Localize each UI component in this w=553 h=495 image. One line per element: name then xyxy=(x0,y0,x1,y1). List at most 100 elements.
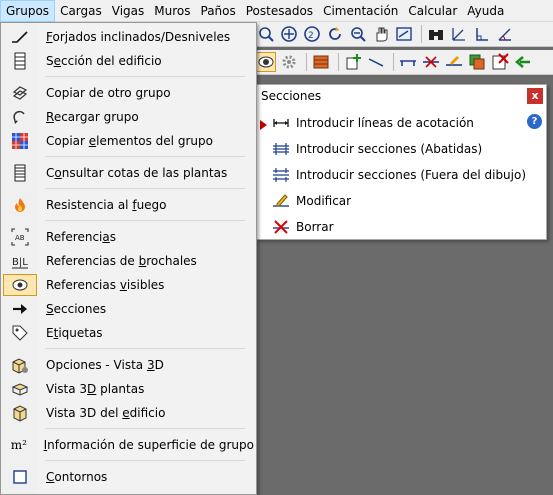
menu-item-label: Contornos xyxy=(37,470,107,484)
menu-item-label-part: iquetas xyxy=(58,326,103,340)
slope-icon xyxy=(3,26,37,48)
copy-group-icon xyxy=(3,82,37,104)
menu-separator xyxy=(45,156,245,157)
back-arrow-icon[interactable] xyxy=(513,52,533,72)
area-m2-icon: m² xyxy=(10,438,27,452)
menu-item-trimmer-references[interactable]: B|L Referencias de brochales xyxy=(3,250,254,272)
menu-item-labels[interactable]: Etiquetas xyxy=(3,322,254,344)
gear-icon[interactable] xyxy=(279,52,299,72)
menu-item-label-part: rupo xyxy=(143,86,171,100)
panel-item-delete[interactable]: Borrar xyxy=(271,216,541,238)
menu-item-floor-levels[interactable]: Consultar cotas de las plantas xyxy=(3,162,254,184)
menu-vigas[interactable]: Vigas xyxy=(107,0,150,22)
menu-item-label-part: o xyxy=(54,166,62,180)
menu-item-label: Opciones - Vista 3D xyxy=(37,358,164,372)
menu-item-copy-from-group[interactable]: Copiar de otro grupo xyxy=(3,82,254,104)
menu-item-label-part: Referenci xyxy=(46,230,103,244)
panel-item-sections-folded[interactable]: Introducir secciones (Abatidas) xyxy=(271,138,541,160)
tag-icon xyxy=(3,322,37,344)
copy-beam-icon[interactable] xyxy=(467,52,487,72)
panel-item-dimension-lines[interactable]: Introducir líneas de acotación xyxy=(271,112,541,134)
visible-references-icon xyxy=(3,274,37,296)
menu-item-visible-references[interactable]: Referencias visibles xyxy=(3,274,254,296)
menu-item-group-area-info[interactable]: m² Información de superficie de grupo xyxy=(3,434,254,456)
add-element-icon[interactable] xyxy=(343,52,363,72)
menu-item-fire-resistance[interactable]: Resistencia al fuego xyxy=(3,194,254,216)
menu-item-label-part: Copiar de otro xyxy=(46,86,136,100)
slab-tool-icon[interactable] xyxy=(311,52,331,72)
menu-panos[interactable]: Paños xyxy=(196,0,241,22)
menu-item-copy-elements[interactable]: Copiar elementos del grupo xyxy=(3,130,254,152)
trimmer-references-icon: B|L xyxy=(3,250,37,272)
menu-item-label-part: lementos del grupo xyxy=(96,134,213,148)
menu-item-references[interactable]: AB Referencias xyxy=(3,226,254,248)
menu-item-label-part: e xyxy=(53,54,62,68)
references-icon: AB xyxy=(3,226,37,248)
zoom-window-icon[interactable] xyxy=(256,24,276,44)
reload-icon xyxy=(3,106,37,128)
line-tool-icon[interactable] xyxy=(366,52,386,72)
redraw-icon[interactable] xyxy=(325,24,345,44)
menu-postesados[interactable]: Postesados xyxy=(241,0,318,22)
dimension-line-icon xyxy=(271,113,291,133)
delete-element-icon[interactable] xyxy=(490,52,510,72)
svg-text:AB: AB xyxy=(15,234,25,242)
menu-item-label-part: dificio xyxy=(129,406,166,420)
ortho-icon[interactable] xyxy=(472,24,492,44)
panel-item-label: Modificar xyxy=(296,194,352,208)
section-outside-icon xyxy=(271,165,291,185)
edit-beam-icon[interactable] xyxy=(444,52,464,72)
menu-item-label: Referencias visibles xyxy=(37,278,164,292)
binoculars-icon[interactable] xyxy=(426,24,446,44)
menu-item-sloped-slabs[interactable]: Forjados inclinados/Desniveles xyxy=(3,26,254,48)
zoom-all-icon[interactable] xyxy=(279,24,299,44)
menu-cargas[interactable]: Cargas xyxy=(55,0,107,22)
menu-item-label-part: s xyxy=(109,230,117,244)
menu-ayuda[interactable]: Ayuda xyxy=(462,0,509,22)
menu-item-3d-options[interactable]: Opciones - Vista 3D xyxy=(3,354,254,376)
menu-item-label: Copiar de otro grupo xyxy=(37,86,171,100)
menu-item-label-part: cción del edificio xyxy=(61,54,162,68)
view-window-icon[interactable] xyxy=(394,24,414,44)
menu-item-reload-group[interactable]: Recargar grupo xyxy=(3,106,254,128)
3d-building-icon xyxy=(3,402,37,424)
panel-item-label: Borrar xyxy=(296,220,334,234)
menubar: Grupos Cargas Vigas Muros Paños Postesad… xyxy=(0,0,553,22)
panel-item-sections-outside[interactable]: Introducir secciones (Fuera del dibujo) xyxy=(271,164,541,186)
menu-item-label: Referencias de brochales xyxy=(37,254,197,268)
delete-beam-icon[interactable] xyxy=(421,52,441,72)
zoom-previous-icon[interactable]: 2 xyxy=(302,24,322,44)
panel-titlebar[interactable]: Secciones x xyxy=(257,85,546,107)
zoom-out-icon[interactable] xyxy=(348,24,368,44)
menu-item-label-part: plantas xyxy=(96,382,145,396)
menu-item-3d-floors[interactable]: Vista 3D plantas xyxy=(3,378,254,400)
angle-snap-icon[interactable] xyxy=(495,24,515,44)
toolbar-separator xyxy=(306,53,307,71)
menu-grupos[interactable]: Grupos xyxy=(0,0,56,22)
axis-snap-icon[interactable] xyxy=(449,24,469,44)
menu-calcular[interactable]: Calcular xyxy=(403,0,462,22)
menu-muros[interactable]: Muros xyxy=(149,0,195,22)
menu-item-building-section[interactable]: Sección del edificio xyxy=(3,50,254,72)
menu-item-3d-building[interactable]: Vista 3D del edificio xyxy=(3,402,254,424)
building-section-icon xyxy=(3,50,37,72)
menu-item-label: Etiquetas xyxy=(37,326,103,340)
menu-item-label-part: Referencias xyxy=(46,278,120,292)
menu-item-label-part: a xyxy=(102,230,110,244)
menu-item-label-part: Copiar xyxy=(46,134,89,148)
pan-hand-icon[interactable] xyxy=(371,24,391,44)
references-visible-tool-icon[interactable] xyxy=(256,52,276,72)
menu-item-contours[interactable]: Contornos xyxy=(3,466,254,488)
menu-item-label-part: nformación de superficie de grupo xyxy=(47,438,254,452)
menu-item-label-part: 3 xyxy=(146,358,155,372)
menu-item-label-part: Vista 3 xyxy=(46,382,88,396)
menu-item-label-part: Referencias de xyxy=(46,254,139,268)
menu-item-label-part: D xyxy=(87,382,97,396)
panel-item-modify[interactable]: Modificar xyxy=(271,190,541,212)
menu-item-sections[interactable]: Secciones xyxy=(3,298,254,320)
panel-item-label: Introducir líneas de acotación xyxy=(296,116,474,130)
close-button[interactable]: x xyxy=(527,88,543,104)
menu-cimentacion[interactable]: Cimentación xyxy=(318,0,403,22)
menu-item-label: Vista 3D plantas xyxy=(37,382,144,396)
beam-tool-icon[interactable] xyxy=(398,52,418,72)
